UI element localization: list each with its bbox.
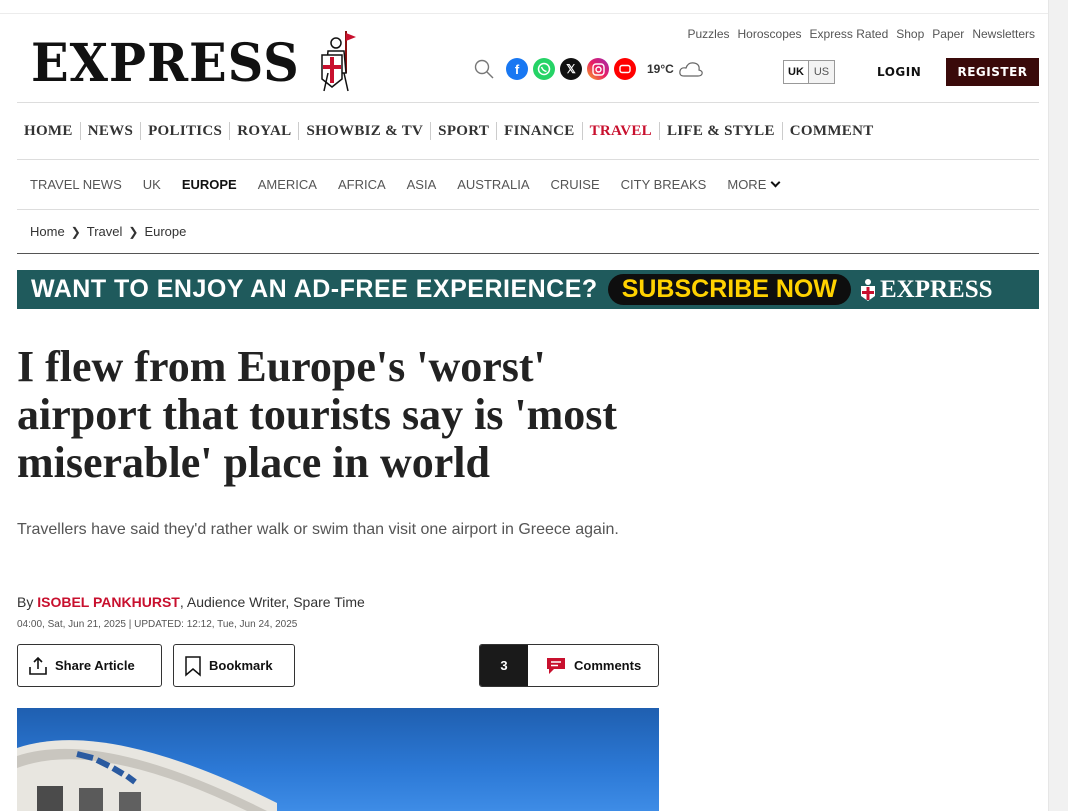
nav-showbiz-tv[interactable]: SHOWBIZ & TV (299, 122, 432, 140)
toplink-shop[interactable]: Shop (896, 27, 924, 41)
author-role: , Audience Writer, Spare Time (179, 594, 365, 610)
travel-sub-nav: TRAVEL NEWS UK EUROPE AMERICA AFRICA ASI… (17, 160, 1039, 210)
logo-text: EXPRESS (31, 33, 300, 94)
instagram-icon[interactable] (587, 58, 609, 80)
banner-logo: EXPRESS (859, 276, 993, 304)
x-icon[interactable]: 𝕏 (560, 58, 582, 80)
share-article-button[interactable]: Share Article (17, 644, 162, 687)
banner-text: WANT TO ENJOY AN AD-FREE EXPERIENCE? (31, 275, 598, 303)
site-header: EXPRESS Puzzles Horoscopes Express Rated… (17, 14, 1039, 102)
subnav-america[interactable]: AMERICA (258, 177, 317, 192)
crusader-logo-icon (321, 31, 356, 92)
nav-sport[interactable]: SPORT (431, 122, 498, 140)
nav-politics[interactable]: POLITICS (141, 122, 231, 140)
search-icon[interactable] (473, 58, 495, 80)
main-nav: HOME NEWS POLITICS ROYAL SHOWBIZ & TV SP… (17, 102, 1039, 160)
toplink-newsletters[interactable]: Newsletters (972, 27, 1035, 41)
subnav-more[interactable]: MORE (727, 177, 781, 192)
comment-icon (547, 657, 565, 674)
subnav-uk[interactable]: UK (143, 177, 161, 192)
share-article-label: Share Article (55, 658, 135, 673)
breadcrumb-home[interactable]: Home (30, 224, 65, 239)
edition-switcher: UK US (783, 60, 835, 84)
whatsapp-icon[interactable] (533, 58, 555, 80)
nav-home[interactable]: HOME (17, 122, 81, 140)
comments-button[interactable]: 3 Comments (479, 644, 659, 687)
subnav-city-breaks[interactable]: CITY BREAKS (621, 177, 707, 192)
edition-us[interactable]: US (809, 60, 835, 84)
comments-label: Comments (574, 658, 642, 673)
toplink-express-rated[interactable]: Express Rated (810, 27, 889, 41)
chevron-down-icon (770, 177, 781, 188)
breadcrumb-europe[interactable]: Europe (144, 224, 186, 239)
byline-prefix: By (17, 594, 38, 610)
toplink-paper[interactable]: Paper (932, 27, 964, 41)
banner-logo-text: EXPRESS (879, 275, 993, 303)
register-button[interactable]: REGISTER (946, 58, 1039, 86)
article-hero-image[interactable] (17, 708, 659, 811)
scrollbar[interactable] (1048, 0, 1068, 811)
article-headline: I flew from Europe's 'worst' airport tha… (17, 342, 618, 487)
breadcrumb-travel[interactable]: Travel (87, 224, 123, 239)
temperature: 19°C (647, 62, 674, 76)
crusader-logo-icon (860, 278, 875, 301)
nav-travel[interactable]: TRAVEL (583, 122, 660, 140)
chevron-right-icon: ❯ (128, 224, 139, 239)
subscribe-now-button[interactable]: SUBSCRIBE NOW (607, 274, 851, 305)
top-strip (0, 0, 1048, 14)
author-link[interactable]: ISOBEL PANKHURST (37, 594, 180, 610)
toplink-horoscopes[interactable]: Horoscopes (738, 27, 802, 41)
share-icon (29, 656, 47, 675)
comments-count: 3 (480, 645, 528, 686)
nav-news[interactable]: NEWS (81, 122, 142, 140)
article-standfirst: Travellers have said they'd rather walk … (17, 521, 619, 538)
subnav-asia[interactable]: ASIA (407, 177, 437, 192)
toplink-puzzles[interactable]: Puzzles (687, 27, 729, 41)
byline: By ISOBEL PANKHURST, Audience Writer, Sp… (17, 594, 365, 610)
cloud-icon (679, 62, 703, 77)
ad-free-banner[interactable]: WANT TO ENJOY AN AD-FREE EXPERIENCE? SUB… (17, 270, 1039, 309)
header-icons: f 𝕏 19°C (473, 58, 704, 80)
comments-label-wrap: Comments (534, 657, 641, 675)
weather-widget[interactable]: 19°C (647, 60, 704, 78)
airport-building-image (17, 740, 277, 811)
nav-finance[interactable]: FINANCE (497, 122, 583, 140)
nav-royal[interactable]: ROYAL (230, 122, 300, 140)
subnav-africa[interactable]: AFRICA (338, 177, 386, 192)
subnav-australia[interactable]: AUSTRALIA (457, 177, 529, 192)
login-link[interactable]: LOGIN (877, 65, 921, 79)
bookmark-icon (185, 655, 201, 677)
subnav-more-label: MORE (727, 177, 767, 192)
bookmark-label: Bookmark (209, 658, 273, 673)
facebook-icon[interactable]: f (506, 58, 528, 80)
youtube-icon[interactable] (614, 58, 636, 80)
subnav-travel-news[interactable]: TRAVEL NEWS (30, 177, 122, 192)
bookmark-button[interactable]: Bookmark (173, 644, 295, 687)
subnav-europe[interactable]: EUROPE (182, 177, 237, 192)
chevron-right-icon: ❯ (70, 224, 81, 239)
express-logo[interactable]: EXPRESS (31, 31, 360, 94)
dateline: 04:00, Sat, Jun 21, 2025 | UPDATED: 12:1… (17, 619, 298, 630)
nav-comment[interactable]: COMMENT (783, 122, 881, 140)
nav-life-style[interactable]: LIFE & STYLE (660, 122, 783, 140)
subnav-cruise[interactable]: CRUISE (551, 177, 600, 192)
top-links: Puzzles Horoscopes Express Rated Shop Pa… (687, 27, 1035, 41)
breadcrumb: Home ❯ Travel ❯ Europe (17, 210, 1039, 254)
edition-uk[interactable]: UK (783, 60, 809, 84)
